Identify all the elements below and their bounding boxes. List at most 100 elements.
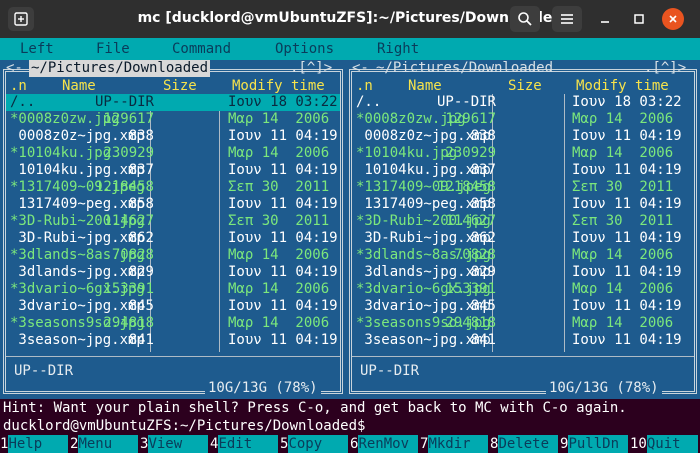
- hamburger-menu-button[interactable]: [552, 6, 582, 32]
- file-date: Μαρ 14 2006: [572, 247, 674, 263]
- file-name: 3dvario~jpg.xmp: [10, 298, 145, 314]
- file-row[interactable]: 3D-Rubi~jpg.xmp 862 Ιουν 11 04:19: [6, 230, 340, 247]
- file-row[interactable]: 3dvario~jpg.xmp 845 Ιουν 11 04:19: [6, 298, 340, 315]
- right-panel[interactable]: <- ~/Pictures/Downloaded .[^]> .n Name S…: [346, 60, 700, 396]
- hamburger-menu-icon: [561, 14, 573, 24]
- file-row[interactable]: *3seasons9so.jpg 294818 Μαρ 14 2006: [6, 315, 340, 332]
- file-row[interactable]: *1317409~09.jpeg 1218458 Σεπ 30 2011: [352, 179, 694, 196]
- file-row[interactable]: 10104ku.jpg.xmp 837 Ιουν 11 04:19: [352, 162, 694, 179]
- file-date: Ιουν 11 04:19: [572, 264, 682, 280]
- status-divider: [352, 356, 694, 357]
- file-date: Ιουν 11 04:19: [572, 196, 682, 212]
- panel-path[interactable]: ~/Pictures/Downloaded: [29, 60, 211, 77]
- file-size: 114627: [103, 213, 154, 229]
- parent-dir-row[interactable]: /.. UP--DIR Ιουν 18 03:22: [6, 94, 340, 111]
- fkey-copy[interactable]: 5Copy: [280, 435, 349, 453]
- mc-menu-bar: Left File Command Options Right: [0, 38, 700, 60]
- file-row[interactable]: 3D-Rubi~jpg.xmp 862 Ιουν 11 04:19: [352, 230, 694, 247]
- header-name[interactable]: Name: [62, 77, 96, 95]
- file-row[interactable]: 1317409~peg.xmp 858 Ιουν 11 04:19: [6, 196, 340, 213]
- fkey-edit[interactable]: 4Edit: [210, 435, 279, 453]
- menu-options[interactable]: Options: [275, 41, 334, 57]
- header-modify-time[interactable]: Modify time: [576, 77, 669, 95]
- header-size[interactable]: Size: [163, 77, 197, 95]
- header-size[interactable]: Size: [508, 77, 542, 95]
- file-row[interactable]: 3season~jpg.xmp 841 Ιουν 11 04:19: [6, 332, 340, 349]
- file-row[interactable]: *10104ku.jpg 230929 Μαρ 14 2006: [352, 145, 694, 162]
- file-size: 129617: [103, 111, 154, 127]
- search-button[interactable]: [510, 6, 540, 32]
- menu-command[interactable]: Command: [172, 41, 231, 57]
- fkey-delete[interactable]: 8Delete: [490, 435, 559, 453]
- search-icon: [518, 12, 532, 26]
- fkey-number: 1: [0, 436, 9, 452]
- panel-corner-controls[interactable]: .[^]>: [644, 60, 686, 77]
- close-button[interactable]: [662, 8, 684, 30]
- header-sort-indicator[interactable]: .n: [10, 77, 27, 95]
- file-date: Μαρ 14 2006: [228, 315, 330, 331]
- fkey-pulldn[interactable]: 9PullDn: [560, 435, 629, 453]
- fkey-label: Menu: [78, 435, 139, 453]
- file-row[interactable]: 3season~jpg.xmp 841 Ιουν 11 04:19: [352, 332, 694, 349]
- hint-line: Hint: Want your plain shell? Press C-o, …: [0, 399, 700, 417]
- menu-file[interactable]: File: [96, 41, 130, 57]
- file-row[interactable]: 3dlands~jpg.xmp 829 Ιουν 11 04:19: [6, 264, 340, 281]
- minimize-button[interactable]: [592, 7, 618, 31]
- file-row[interactable]: *3dvario~6gx.jpg 153391 Μαρ 14 2006: [6, 281, 340, 298]
- file-date: Ιουν 11 04:19: [572, 298, 682, 314]
- file-row[interactable]: *3seasons9so.jpg 294818 Μαρ 14 2006: [352, 315, 694, 332]
- panel-path[interactable]: ~/Pictures/Downloaded: [376, 60, 553, 77]
- file-row[interactable]: *10104ku.jpg 230929 Μαρ 14 2006: [6, 145, 340, 162]
- file-size: 230929: [445, 145, 496, 161]
- file-row[interactable]: 10104ku.jpg.xmp 837 Ιουν 11 04:19: [6, 162, 340, 179]
- file-row[interactable]: *3dvario~6gx.jpg 153391 Μαρ 14 2006: [352, 281, 694, 298]
- file-row[interactable]: *3D-Rubi~200.jpg 114627 Σεπ 30 2011: [6, 213, 340, 230]
- file-row[interactable]: *3D-Rubi~200.jpg 114627 Σεπ 30 2011: [352, 213, 694, 230]
- file-date: Ιουν 11 04:19: [228, 196, 338, 212]
- file-size: 862: [128, 230, 154, 246]
- menu-left[interactable]: Left: [20, 41, 54, 57]
- file-row[interactable]: *3dlands~8as.jpg 70828 Μαρ 14 2006: [6, 247, 340, 264]
- column-headers: .n Name Size Modify time: [6, 77, 340, 95]
- file-row[interactable]: 3dlands~jpg.xmp 829 Ιουν 11 04:19: [352, 264, 694, 281]
- header-modify-time[interactable]: Modify time: [232, 77, 325, 95]
- file-row[interactable]: 3dvario~jpg.xmp 845 Ιουν 11 04:19: [352, 298, 694, 315]
- left-panel[interactable]: <- ~/Pictures/Downloaded .[^]> .n Name S…: [0, 60, 346, 396]
- file-row[interactable]: *3dlands~8as.jpg 70828 Μαρ 14 2006: [352, 247, 694, 264]
- file-name: /..: [356, 94, 382, 110]
- file-row[interactable]: *1317409~09.jpeg 1218458 Σεπ 30 2011: [6, 179, 340, 196]
- parent-dir-row[interactable]: /.. UP--DIR Ιουν 18 03:22: [352, 94, 694, 111]
- panel-corner-controls[interactable]: .[^]>: [290, 60, 332, 77]
- fkey-view[interactable]: 3View: [140, 435, 209, 453]
- file-date: Ιουν 18 03:22: [228, 94, 338, 110]
- file-size: 129617: [445, 111, 496, 127]
- file-row[interactable]: 0008z0z~jpg.xmp 838 Ιουν 11 04:19: [352, 128, 694, 145]
- menu-right[interactable]: Right: [377, 41, 419, 57]
- header-name[interactable]: Name: [408, 77, 442, 95]
- disk-free: 10G/13G (78%): [205, 380, 321, 396]
- maximize-button[interactable]: [626, 7, 652, 31]
- file-row[interactable]: *0008z0zw.jpg 129617 Μαρ 14 2006: [6, 111, 340, 128]
- fkey-label: RenMov: [358, 435, 419, 453]
- file-size: 841: [128, 332, 154, 348]
- fkey-menu[interactable]: 2Menu: [70, 435, 139, 453]
- file-date: Μαρ 14 2006: [228, 145, 330, 161]
- fkey-label: Copy: [288, 435, 349, 453]
- file-row[interactable]: 1317409~peg.xmp 858 Ιουν 11 04:19: [352, 196, 694, 213]
- fkey-quit[interactable]: 10Quit: [630, 435, 699, 453]
- file-name: /..: [10, 94, 36, 110]
- file-date: Ιουν 11 04:19: [572, 128, 682, 144]
- minimize-icon: [601, 21, 609, 23]
- fkey-mkdir[interactable]: 7Mkdir: [420, 435, 489, 453]
- fkey-help[interactable]: 1Help: [0, 435, 69, 453]
- file-row[interactable]: 0008z0z~jpg.xmp 838 Ιουν 11 04:19: [6, 128, 340, 145]
- fkey-renmov[interactable]: 6RenMov: [350, 435, 419, 453]
- header-sort-indicator[interactable]: .n: [356, 77, 373, 95]
- file-name: *10104ku.jpg: [10, 145, 112, 161]
- file-size: 1218458: [436, 179, 496, 195]
- shell-prompt[interactable]: ducklord@vmUbuntuZFS:~/Pictures/Download…: [0, 417, 700, 435]
- file-date: Ιουν 11 04:19: [228, 332, 338, 348]
- file-date: Σεπ 30 2011: [228, 179, 330, 195]
- file-row[interactable]: *0008z0zw.jpg 129617 Μαρ 14 2006: [352, 111, 694, 128]
- file-name: 1317409~peg.xmp: [10, 196, 145, 212]
